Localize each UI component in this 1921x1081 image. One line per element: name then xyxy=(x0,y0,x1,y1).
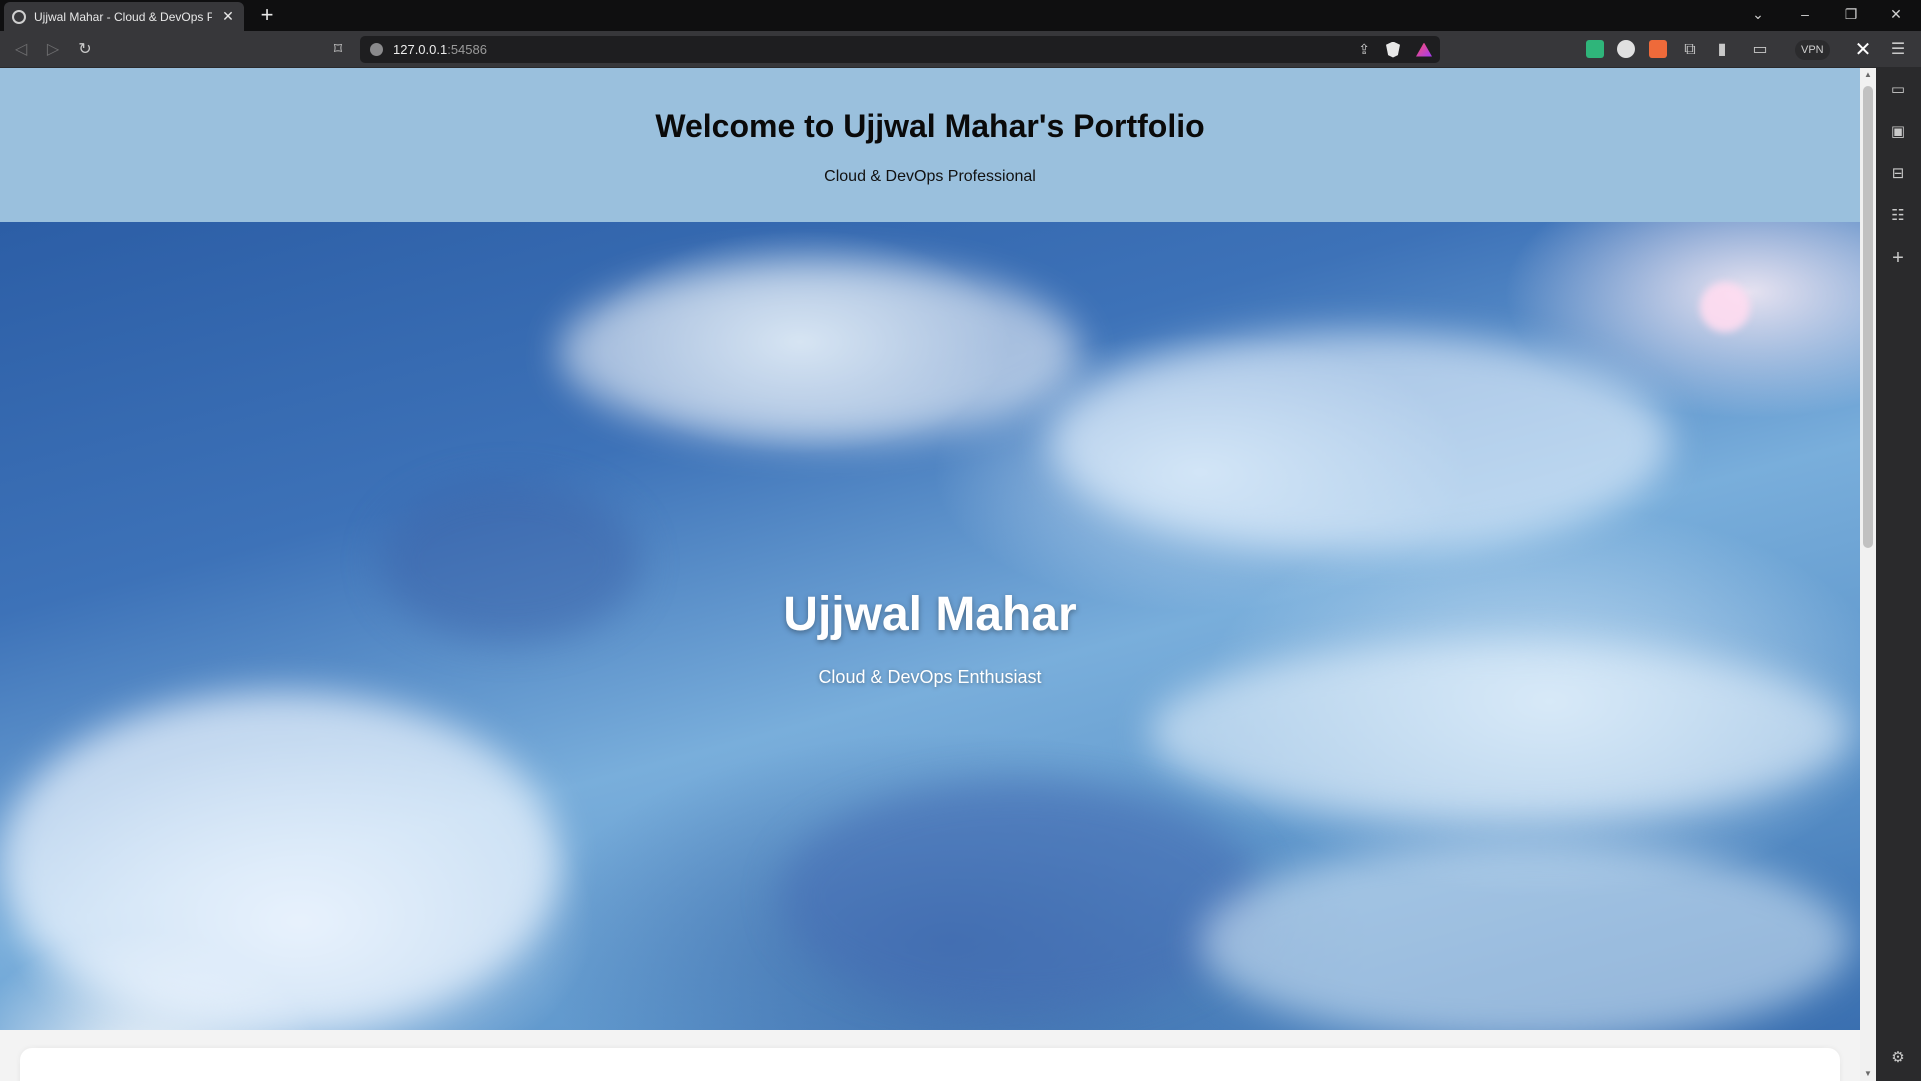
wallet-sidebar-icon[interactable]: ▣ xyxy=(1888,122,1908,142)
content-card xyxy=(20,1048,1840,1081)
globe-icon xyxy=(12,9,26,24)
cloud-shape xyxy=(780,782,1260,1012)
site-info-icon[interactable] xyxy=(370,43,383,56)
address-host: 127.0.0.1 xyxy=(393,42,448,57)
address-bar[interactable]: 127.0.0.1:54586 ⇪ xyxy=(360,36,1440,63)
vpn-button[interactable]: VPN xyxy=(1795,40,1830,60)
page-viewport: Welcome to Ujjwal Mahar's Portfolio Clou… xyxy=(0,68,1860,1081)
reading-list-icon[interactable]: ☷ xyxy=(1888,206,1908,226)
hero-tagline: Cloud & DevOps Enthusiast xyxy=(818,667,1042,687)
scrollbar-thumb[interactable] xyxy=(1863,86,1873,548)
chart-extension-icon[interactable] xyxy=(1649,40,1667,58)
active-tab[interactable]: Ujjwal Mahar - Cloud & DevOps P ✕ xyxy=(4,2,244,31)
cloud-shape xyxy=(0,692,560,1030)
restore-button[interactable]: ❐ xyxy=(1841,6,1861,23)
hero-name: Ujjwal Mahar xyxy=(783,588,1077,641)
cloud-shape xyxy=(560,262,1080,442)
sidebar-toggle-icon[interactable]: ▮ xyxy=(1712,40,1732,60)
minimize-button[interactable]: – xyxy=(1795,6,1815,22)
page-scrollbar[interactable]: ▲ ▼ xyxy=(1860,68,1876,1081)
scroll-down-icon[interactable]: ▼ xyxy=(1860,1067,1876,1081)
mail-extension-icon[interactable] xyxy=(1586,40,1604,58)
video-icon[interactable]: ▭ xyxy=(1888,80,1908,100)
back-arrow-icon[interactable]: ◁ xyxy=(11,40,31,60)
brave-rewards-icon[interactable] xyxy=(1416,42,1432,57)
cloud-shape xyxy=(1200,842,1850,1030)
brave-shield-icon[interactable] xyxy=(1386,41,1400,58)
window-close-button[interactable]: ✕ xyxy=(1886,6,1906,23)
browser-sidebar: ▭ ▣ ⊟ ☷ + ⚙ xyxy=(1876,68,1921,1081)
scroll-up-icon[interactable]: ▲ xyxy=(1860,68,1876,82)
reload-icon[interactable]: ↻ xyxy=(75,40,95,60)
bookmarks-sidebar-icon[interactable]: ⊟ xyxy=(1888,164,1908,184)
site-header: Welcome to Ujjwal Mahar's Portfolio Clou… xyxy=(0,68,1860,222)
new-tab-button[interactable]: + xyxy=(256,4,278,26)
wallet-icon[interactable]: ▭ xyxy=(1750,40,1770,60)
page-title: Welcome to Ujjwal Mahar's Portfolio xyxy=(655,108,1205,144)
puzzle-extensions-icon[interactable]: ⧉ xyxy=(1680,40,1700,60)
lens-flare xyxy=(1700,282,1750,332)
x-extension-icon[interactable]: ✕ xyxy=(1853,40,1873,60)
address-url: 127.0.0.1:54586 xyxy=(393,42,487,57)
browser-toolbar: ◁ ▷ ↻ ⌑ 127.0.0.1:54586 ⇪ ⧉ ▮ ▭ VPN ✕ ☰ xyxy=(0,31,1921,68)
page-subtitle: Cloud & DevOps Professional xyxy=(824,168,1036,185)
tab-strip: Ujjwal Mahar - Cloud & DevOps P ✕ + ⌄ – … xyxy=(0,0,1921,31)
tab-list-chevron-icon[interactable]: ⌄ xyxy=(1748,6,1768,23)
close-icon[interactable]: ✕ xyxy=(220,8,236,25)
w-extension-icon[interactable] xyxy=(1617,40,1635,58)
settings-gear-icon[interactable]: ⚙ xyxy=(1888,1048,1908,1068)
forward-arrow-icon[interactable]: ▷ xyxy=(43,40,63,60)
bookmark-icon[interactable]: ⌑ xyxy=(328,40,348,60)
address-port: :54586 xyxy=(447,42,487,57)
add-sidebar-item-icon[interactable]: + xyxy=(1888,248,1908,268)
hero-section: Ujjwal Mahar Cloud & DevOps Enthusiast xyxy=(0,222,1860,1030)
tab-title: Ujjwal Mahar - Cloud & DevOps P xyxy=(34,9,212,24)
cloud-shape xyxy=(1050,332,1670,552)
hamburger-menu-icon[interactable]: ☰ xyxy=(1888,40,1908,60)
share-icon[interactable]: ⇪ xyxy=(1358,41,1370,58)
